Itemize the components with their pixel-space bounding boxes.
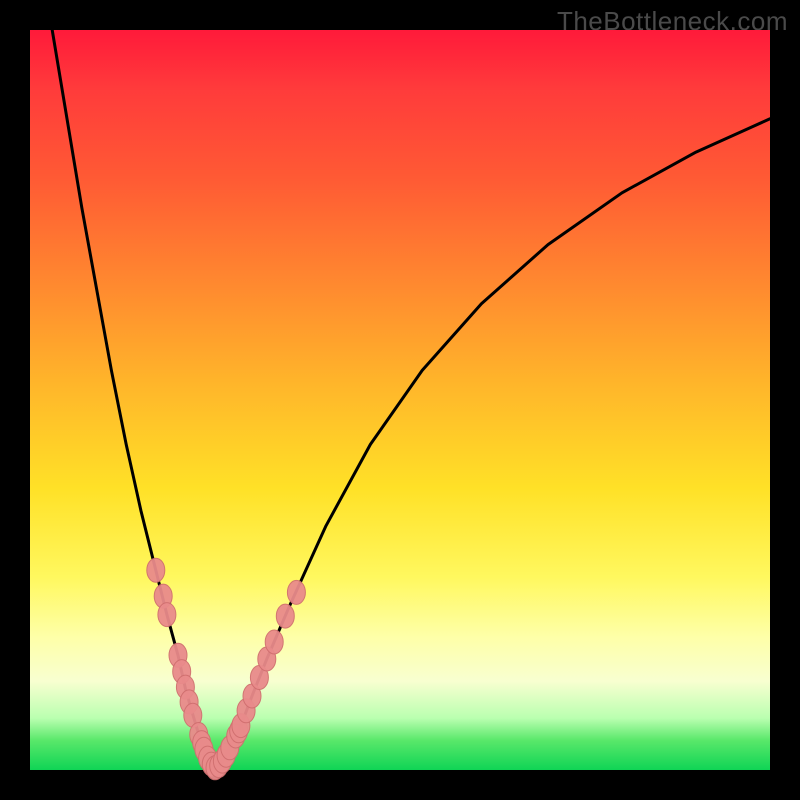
data-marker — [158, 603, 176, 627]
chart-frame: TheBottleneck.com — [0, 0, 800, 800]
data-marker — [265, 630, 283, 654]
data-marker — [276, 604, 294, 628]
curve-layer — [30, 30, 770, 770]
curve-left-branch — [52, 30, 215, 769]
data-marker — [287, 580, 305, 604]
plot-area — [30, 30, 770, 770]
data-markers — [147, 558, 306, 780]
curve-right-branch — [215, 119, 770, 769]
data-marker — [147, 558, 165, 582]
bottleneck-curve — [52, 30, 770, 769]
